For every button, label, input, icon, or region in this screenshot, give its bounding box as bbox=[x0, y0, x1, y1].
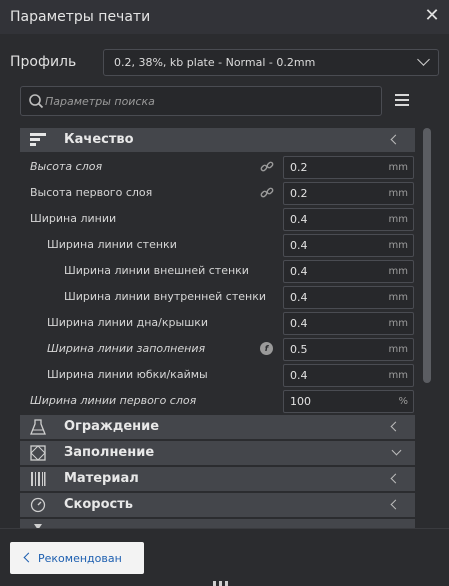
profile-value: 0.2, 38%, kb plate - Normal - 0.2mm bbox=[114, 56, 316, 69]
search-icon bbox=[29, 94, 44, 109]
profile-row: Профиль 0.2, 38%, kb plate - Normal - 0.… bbox=[0, 46, 449, 78]
recommended-button[interactable]: Рекомендован bbox=[10, 542, 144, 574]
setting-input[interactable]: 0.5 mm bbox=[283, 338, 414, 361]
shell-icon bbox=[30, 419, 46, 435]
scrollbar[interactable] bbox=[423, 128, 431, 383]
setting-value: 0.4 bbox=[290, 369, 308, 382]
category-speed[interactable]: Скорость bbox=[20, 493, 415, 517]
category-label: Скорость bbox=[64, 497, 133, 512]
category-label: Качество bbox=[64, 132, 134, 147]
setting-unit: mm bbox=[388, 266, 408, 277]
setting-value: 0.4 bbox=[290, 317, 308, 330]
setting-input[interactable]: 0.4 mm bbox=[283, 234, 414, 257]
setting-row: Ширина линии стенки 0.4 mm bbox=[20, 232, 415, 258]
setting-value: 0.4 bbox=[290, 239, 308, 252]
category-travel[interactable] bbox=[20, 519, 415, 528]
setting-unit: % bbox=[398, 396, 408, 407]
setting-row: Ширина линии юбки/каймы 0.4 mm bbox=[20, 362, 415, 388]
setting-label: Высота первого слоя bbox=[30, 186, 153, 199]
setting-row: Высота слоя 0.2 mm bbox=[20, 154, 415, 180]
setting-label: Ширина линии дна/крышки bbox=[47, 316, 209, 329]
setting-unit: mm bbox=[388, 214, 408, 225]
chevron-left-icon bbox=[390, 134, 401, 145]
search-input[interactable] bbox=[45, 87, 375, 115]
setting-value: 0.2 bbox=[290, 161, 308, 174]
speed-icon bbox=[30, 497, 46, 513]
setting-row: Ширина линии внешней стенки 0.4 mm bbox=[20, 258, 415, 284]
function-icon[interactable]: f bbox=[260, 342, 273, 355]
link-icon[interactable] bbox=[260, 160, 274, 174]
setting-row: Ширина линии внутренней стенки 0.4 mm bbox=[20, 284, 415, 310]
menu-icon[interactable] bbox=[395, 94, 409, 107]
setting-value: 0.4 bbox=[290, 265, 308, 278]
chevron-left-icon bbox=[390, 473, 401, 484]
category-label: Ограждение bbox=[64, 419, 160, 434]
setting-row: Ширина линии 0.4 mm bbox=[20, 206, 415, 232]
material-icon bbox=[31, 472, 46, 486]
setting-label: Ширина линии стенки bbox=[47, 238, 177, 251]
bottom-bar: Рекомендован bbox=[0, 528, 449, 586]
chevron-down-icon bbox=[391, 445, 402, 456]
close-icon[interactable]: ✕ bbox=[423, 7, 441, 25]
setting-row: Высота первого слоя 0.2 mm bbox=[20, 180, 415, 206]
setting-unit: mm bbox=[388, 162, 408, 173]
chevron-left-icon bbox=[390, 499, 401, 510]
window-title: Параметры печати bbox=[10, 9, 151, 25]
setting-unit: mm bbox=[388, 240, 408, 251]
setting-row: Ширина линии дна/крышки 0.4 mm bbox=[20, 310, 415, 336]
quality-icon bbox=[30, 133, 46, 146]
setting-row: Ширина линии заполнения f 0.5 mm bbox=[20, 336, 415, 362]
setting-input[interactable]: 0.2 mm bbox=[283, 182, 414, 205]
setting-unit: mm bbox=[388, 370, 408, 381]
link-icon[interactable] bbox=[260, 186, 274, 200]
setting-input[interactable]: 100 % bbox=[283, 390, 414, 413]
setting-label: Ширина линии первого слоя bbox=[30, 394, 197, 407]
setting-label: Ширина линии внешней стенки bbox=[64, 264, 249, 277]
setting-label: Высота слоя bbox=[30, 160, 103, 173]
category-label: Материал bbox=[64, 471, 139, 486]
setting-input[interactable]: 0.4 mm bbox=[283, 260, 414, 283]
setting-value: 0.2 bbox=[290, 187, 308, 200]
setting-value: 0.5 bbox=[290, 343, 308, 356]
setting-value: 0.4 bbox=[290, 291, 308, 304]
setting-input[interactable]: 0.4 mm bbox=[283, 286, 414, 309]
resize-grip[interactable] bbox=[213, 581, 235, 586]
setting-label: Ширина линии bbox=[30, 212, 117, 225]
setting-label: Ширина линии внутренней стенки bbox=[64, 290, 266, 303]
profile-label: Профиль bbox=[10, 54, 77, 70]
setting-input[interactable]: 0.4 mm bbox=[283, 364, 414, 387]
recommended-label: Рекомендован bbox=[38, 551, 122, 565]
setting-input[interactable]: 0.2 mm bbox=[283, 156, 414, 179]
search-box[interactable] bbox=[20, 86, 382, 116]
infill-icon bbox=[30, 445, 46, 461]
setting-row: Ширина линии первого слоя 100 % bbox=[20, 388, 415, 414]
setting-value: 100 bbox=[290, 395, 311, 408]
chevron-down-icon bbox=[417, 53, 430, 66]
setting-input[interactable]: 0.4 mm bbox=[283, 312, 414, 335]
category-infill[interactable]: Заполнение bbox=[20, 441, 415, 465]
setting-value: 0.4 bbox=[290, 213, 308, 226]
category-material[interactable]: Материал bbox=[20, 467, 415, 491]
settings-panel: Качество Высота слоя 0.2 mm Высота перво… bbox=[20, 128, 415, 528]
setting-label: Ширина линии заполнения bbox=[47, 342, 206, 355]
setting-unit: mm bbox=[388, 188, 408, 199]
setting-input[interactable]: 0.4 mm bbox=[283, 208, 414, 231]
category-shell[interactable]: Ограждение bbox=[20, 415, 415, 439]
setting-unit: mm bbox=[388, 292, 408, 303]
category-label: Заполнение bbox=[64, 445, 155, 460]
setting-unit: mm bbox=[388, 344, 408, 355]
title-bar: Параметры печати ✕ bbox=[0, 0, 449, 34]
chevron-left-icon bbox=[23, 552, 34, 563]
chevron-left-icon bbox=[390, 421, 401, 432]
profile-select[interactable]: 0.2, 38%, kb plate - Normal - 0.2mm bbox=[103, 49, 439, 76]
category-quality[interactable]: Качество bbox=[20, 128, 415, 152]
setting-label: Ширина линии юбки/каймы bbox=[47, 368, 208, 381]
setting-unit: mm bbox=[388, 318, 408, 329]
